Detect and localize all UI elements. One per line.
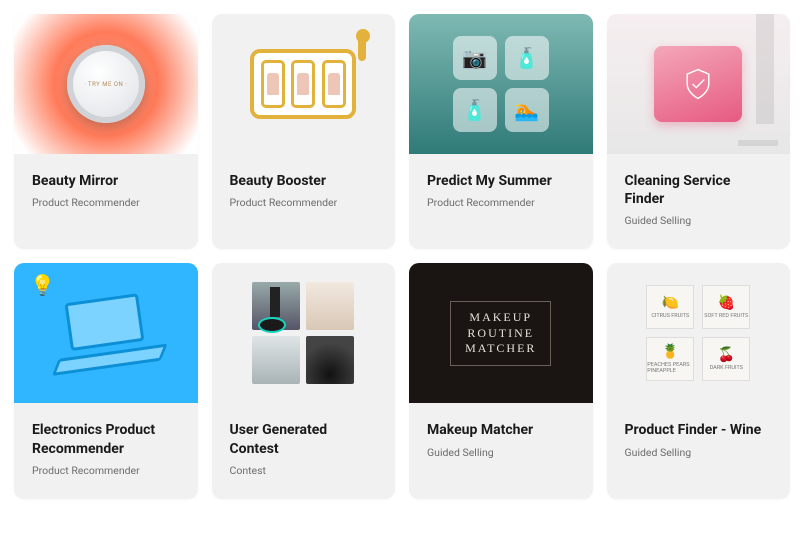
card-electronics-product-recommender[interactable]: 💡 Electronics Product Recommender Produc… <box>14 263 198 498</box>
card-thumbnail: MAKEUP ROUTINE MATCHER <box>409 263 593 403</box>
card-title: Makeup Matcher <box>427 421 575 439</box>
card-body: Predict My Summer Product Recommender <box>409 154 593 249</box>
card-product-finder-wine[interactable]: 🍋CITRUS FRUITS 🍓SOFT RED FRUITS 🍍PEACHES… <box>607 263 791 498</box>
card-thumbnail: 🍋CITRUS FRUITS 🍓SOFT RED FRUITS 🍍PEACHES… <box>607 263 791 403</box>
card-beauty-mirror[interactable]: · TRY ME ON · Beauty Mirror Product Reco… <box>14 14 198 249</box>
card-user-generated-contest[interactable]: User Generated Contest Contest <box>212 263 396 498</box>
card-category: Guided Selling <box>427 446 575 459</box>
card-title: Predict My Summer <box>427 172 575 190</box>
card-category: Product Recommender <box>427 196 575 209</box>
card-grid: · TRY ME ON · Beauty Mirror Product Reco… <box>14 14 790 499</box>
card-thumbnail: 💡 <box>14 263 198 403</box>
card-body: Makeup Matcher Guided Selling <box>409 403 593 498</box>
card-beauty-booster[interactable]: Beauty Booster Product Recommender <box>212 14 396 249</box>
card-title: Product Finder - Wine <box>625 421 773 439</box>
slot-machine-icon <box>250 49 356 119</box>
card-category: Product Recommender <box>230 196 378 209</box>
camera-icon: 📷 <box>453 36 497 80</box>
card-title: User Generated Contest <box>230 421 378 457</box>
card-title: Beauty Booster <box>230 172 378 190</box>
lotion-icon: 🧴 <box>453 88 497 132</box>
swim-icon: 🏊 <box>505 88 549 132</box>
lamp-icon: 💡 <box>30 273 55 297</box>
laptop-icon <box>46 291 165 376</box>
card-title: Cleaning Service Finder <box>625 172 773 208</box>
card-title: Electronics Product Recommender <box>32 421 180 457</box>
card-category: Contest <box>230 464 378 477</box>
makeup-matcher-badge: MAKEUP ROUTINE MATCHER <box>450 301 551 366</box>
card-thumbnail: · TRY ME ON · <box>14 14 198 154</box>
card-thumbnail <box>212 14 396 154</box>
bottle-icon: 🧴 <box>505 36 549 80</box>
card-body: Beauty Booster Product Recommender <box>212 154 396 249</box>
mirror-icon: · TRY ME ON · <box>67 45 145 123</box>
card-body: Beauty Mirror Product Recommender <box>14 154 198 249</box>
eye-icon <box>258 317 286 333</box>
card-cleaning-service-finder[interactable]: Cleaning Service Finder Guided Selling <box>607 14 791 249</box>
card-body: Product Finder - Wine Guided Selling <box>607 403 791 498</box>
card-predict-my-summer[interactable]: 📷 🧴 🧴 🏊 Predict My Summer Product Recomm… <box>409 14 593 249</box>
card-thumbnail <box>212 263 396 403</box>
shield-icon <box>654 46 742 122</box>
card-category: Guided Selling <box>625 446 773 459</box>
card-category: Product Recommender <box>32 196 180 209</box>
flavor-notes-icon: 🍋CITRUS FRUITS 🍓SOFT RED FRUITS 🍍PEACHES… <box>646 285 750 381</box>
card-body: Cleaning Service Finder Guided Selling <box>607 154 791 249</box>
card-category: Guided Selling <box>625 214 773 227</box>
card-category: Product Recommender <box>32 464 180 477</box>
card-title: Beauty Mirror <box>32 172 180 190</box>
card-thumbnail <box>607 14 791 154</box>
card-makeup-matcher[interactable]: MAKEUP ROUTINE MATCHER Makeup Matcher Gu… <box>409 263 593 498</box>
photo-grid-icon <box>252 282 354 384</box>
card-body: Electronics Product Recommender Product … <box>14 403 198 498</box>
card-body: User Generated Contest Contest <box>212 403 396 498</box>
card-thumbnail: 📷 🧴 🧴 🏊 <box>409 14 593 154</box>
